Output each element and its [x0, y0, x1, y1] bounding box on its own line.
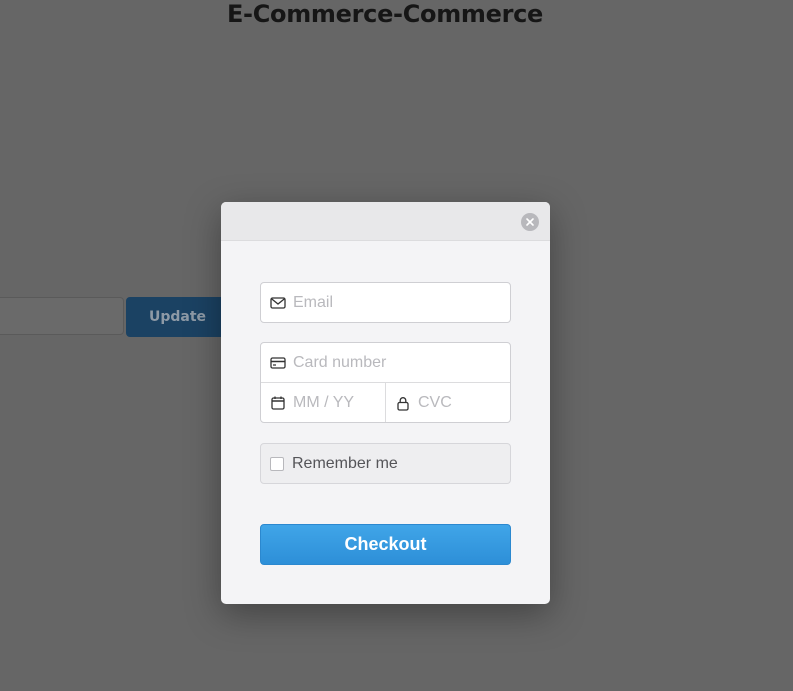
email-field[interactable]: Email — [260, 282, 511, 323]
cvc-placeholder: CVC — [418, 394, 452, 411]
background-input — [0, 297, 124, 335]
remember-me-label: Remember me — [292, 454, 398, 472]
remember-me-checkbox[interactable] — [270, 456, 284, 471]
envelope-icon — [270, 295, 286, 311]
remember-me-row[interactable]: Remember me — [260, 443, 511, 484]
checkout-modal: Email Card number MM / YY CVC Remember m… — [221, 202, 550, 604]
card-number-field[interactable]: Card number — [261, 343, 510, 383]
checkout-button[interactable]: Checkout — [260, 524, 511, 565]
calendar-icon — [270, 395, 286, 411]
lock-icon — [395, 395, 411, 411]
email-placeholder: Email — [293, 293, 334, 311]
credit-card-icon — [270, 355, 286, 371]
expiry-placeholder: MM / YY — [293, 394, 355, 411]
card-number-placeholder: Card number — [293, 353, 387, 371]
card-details-group: Card number MM / YY CVC — [260, 342, 511, 423]
expiry-field[interactable]: MM / YY — [261, 383, 385, 422]
modal-header — [221, 202, 550, 241]
expiry-cvc-row: MM / YY CVC — [261, 383, 510, 422]
close-icon[interactable] — [521, 213, 539, 231]
page-title: E-Commerce-Commerce — [226, 0, 544, 28]
cvc-field[interactable]: CVC — [385, 383, 510, 422]
page: E-Commerce-Commerce Update Email Card nu… — [0, 0, 793, 691]
update-button: Update — [126, 297, 226, 337]
